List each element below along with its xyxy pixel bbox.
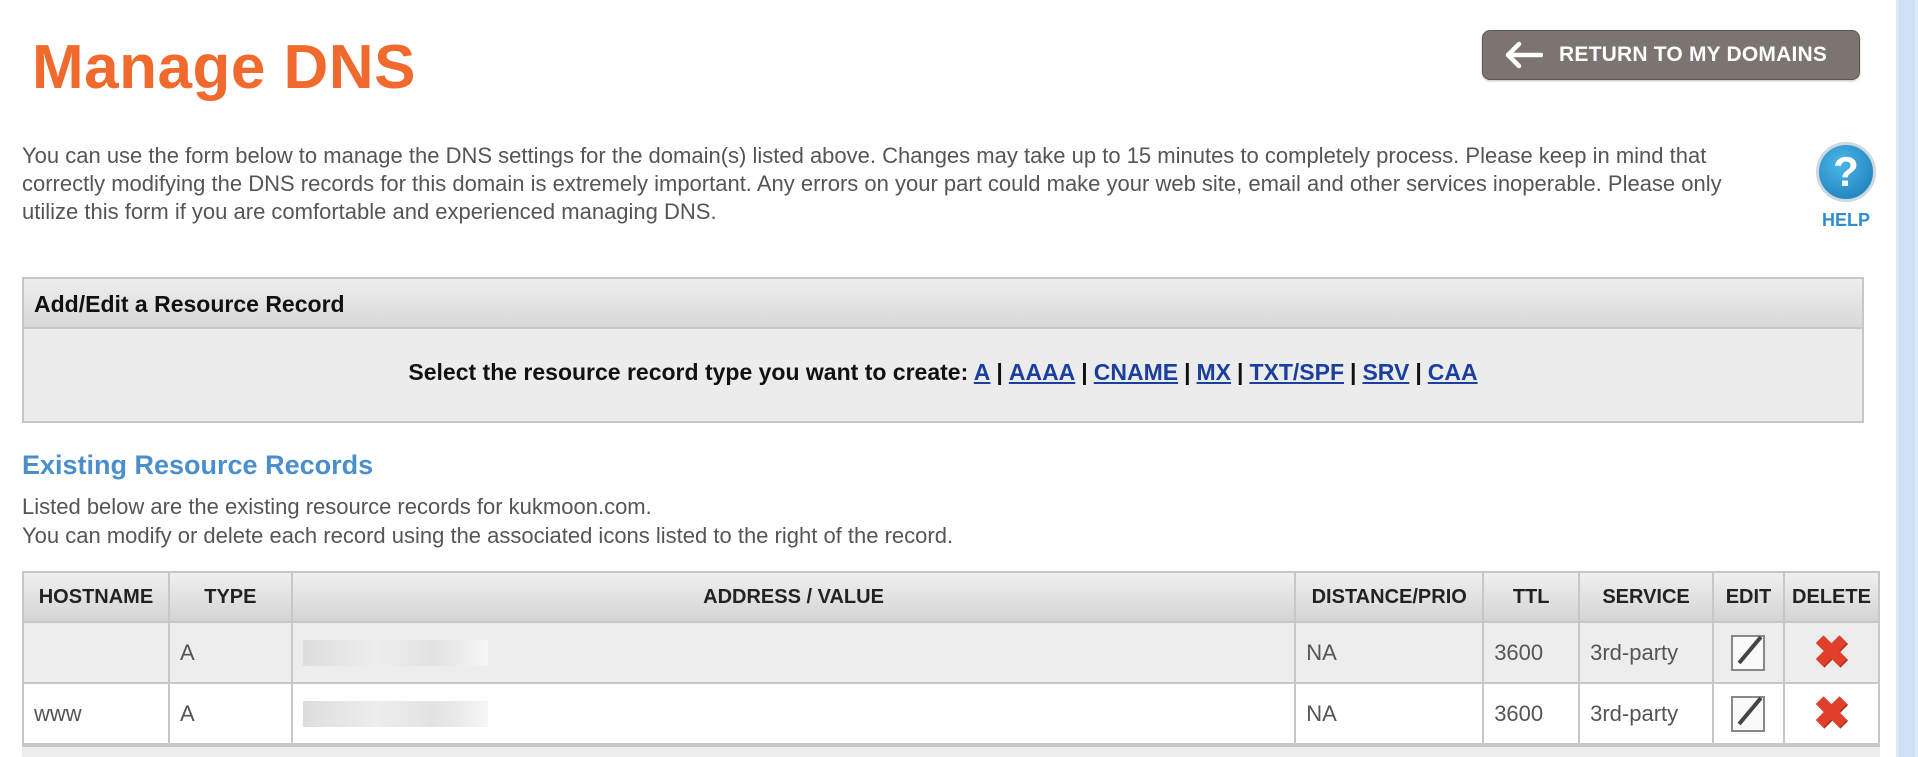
table-row: A NA 3600 3rd-party ✖ (22, 621, 1881, 684)
record-type-prompt: Select the resource record type you want… (408, 359, 969, 385)
add-edit-resource-record-panel: Add/Edit a Resource Record Select the re… (22, 277, 1864, 423)
existing-desc-line-1: Listed below are the existing resource r… (22, 494, 652, 519)
cell-distance: NA (1294, 621, 1485, 684)
record-type-link-caa[interactable]: CAA (1428, 359, 1478, 385)
table-row-partial (22, 745, 1880, 757)
cell-edit (1712, 621, 1785, 684)
separator: | (1184, 359, 1191, 385)
return-button-label: RETURN TO MY DOMAINS (1559, 43, 1828, 66)
separator: | (1350, 359, 1357, 385)
edit-icon[interactable] (1731, 695, 1766, 732)
column-header-address-value: ADDRESS / VALUE (290, 571, 1297, 623)
cell-type: A (167, 682, 293, 745)
record-type-link-txt-spf[interactable]: TXT/SPF (1249, 359, 1344, 385)
cell-distance: NA (1294, 682, 1485, 745)
record-type-selector: Select the resource record type you want… (24, 359, 1862, 386)
column-header-distance-prio: DISTANCE/PRIO (1294, 571, 1485, 623)
arrow-left-icon (1505, 41, 1543, 69)
cell-ttl: 3600 (1482, 682, 1581, 745)
cell-hostname (22, 621, 170, 684)
existing-records-description: Listed below are the existing resource r… (22, 492, 953, 550)
separator: | (1415, 359, 1422, 385)
resource-records-table: HOSTNAME TYPE ADDRESS / VALUE DISTANCE/P… (22, 571, 1881, 745)
separator: | (1237, 359, 1244, 385)
cell-edit (1712, 682, 1785, 745)
cell-service: 3rd-party (1578, 621, 1715, 684)
edit-icon[interactable] (1731, 634, 1766, 671)
column-header-hostname: HOSTNAME (22, 571, 170, 623)
table-row: www A NA 3600 3rd-party ✖ (22, 682, 1881, 745)
delete-icon[interactable]: ✖ (1813, 630, 1850, 675)
cell-hostname: www (22, 682, 170, 745)
page-title: Manage DNS (32, 33, 416, 102)
column-header-edit: EDIT (1712, 571, 1785, 623)
separator: | (1081, 359, 1088, 385)
redacted-address (302, 640, 488, 667)
cell-service: 3rd-party (1578, 682, 1715, 745)
separator: | (996, 359, 1003, 385)
cell-delete: ✖ (1782, 682, 1881, 745)
redacted-address (302, 701, 488, 728)
cell-type: A (167, 621, 293, 684)
record-type-link-a[interactable]: A (974, 359, 991, 385)
column-header-delete: DELETE (1782, 571, 1881, 623)
record-type-link-cname[interactable]: CNAME (1094, 359, 1178, 385)
column-header-type: TYPE (167, 571, 293, 623)
record-type-link-srv[interactable]: SRV (1362, 359, 1409, 385)
help-button[interactable]: ? HELP (1810, 142, 1882, 231)
intro-text: You can use the form below to manage the… (22, 143, 1722, 224)
column-header-service: SERVICE (1578, 571, 1715, 623)
existing-desc-line-2: You can modify or delete each record usi… (22, 523, 954, 548)
column-header-ttl: TTL (1482, 571, 1581, 623)
help-label: HELP (1821, 210, 1870, 230)
existing-records-heading: Existing Resource Records (22, 450, 374, 480)
question-mark-icon: ? (1816, 142, 1876, 202)
table-header-row: HOSTNAME TYPE ADDRESS / VALUE DISTANCE/P… (22, 571, 1881, 623)
delete-icon[interactable]: ✖ (1813, 691, 1850, 736)
record-type-link-aaaa[interactable]: AAAA (1009, 359, 1075, 385)
cell-address-value (290, 621, 1297, 684)
cell-address-value (290, 682, 1297, 745)
cell-ttl: 3600 (1482, 621, 1581, 684)
cell-delete: ✖ (1782, 621, 1881, 684)
scrollbar[interactable] (1896, 0, 1918, 757)
scrollbar-thumb[interactable] (1899, 0, 1915, 757)
add-edit-panel-title: Add/Edit a Resource Record (24, 279, 1862, 329)
return-to-my-domains-button[interactable]: RETURN TO MY DOMAINS (1482, 30, 1860, 80)
record-type-link-mx[interactable]: MX (1197, 359, 1232, 385)
